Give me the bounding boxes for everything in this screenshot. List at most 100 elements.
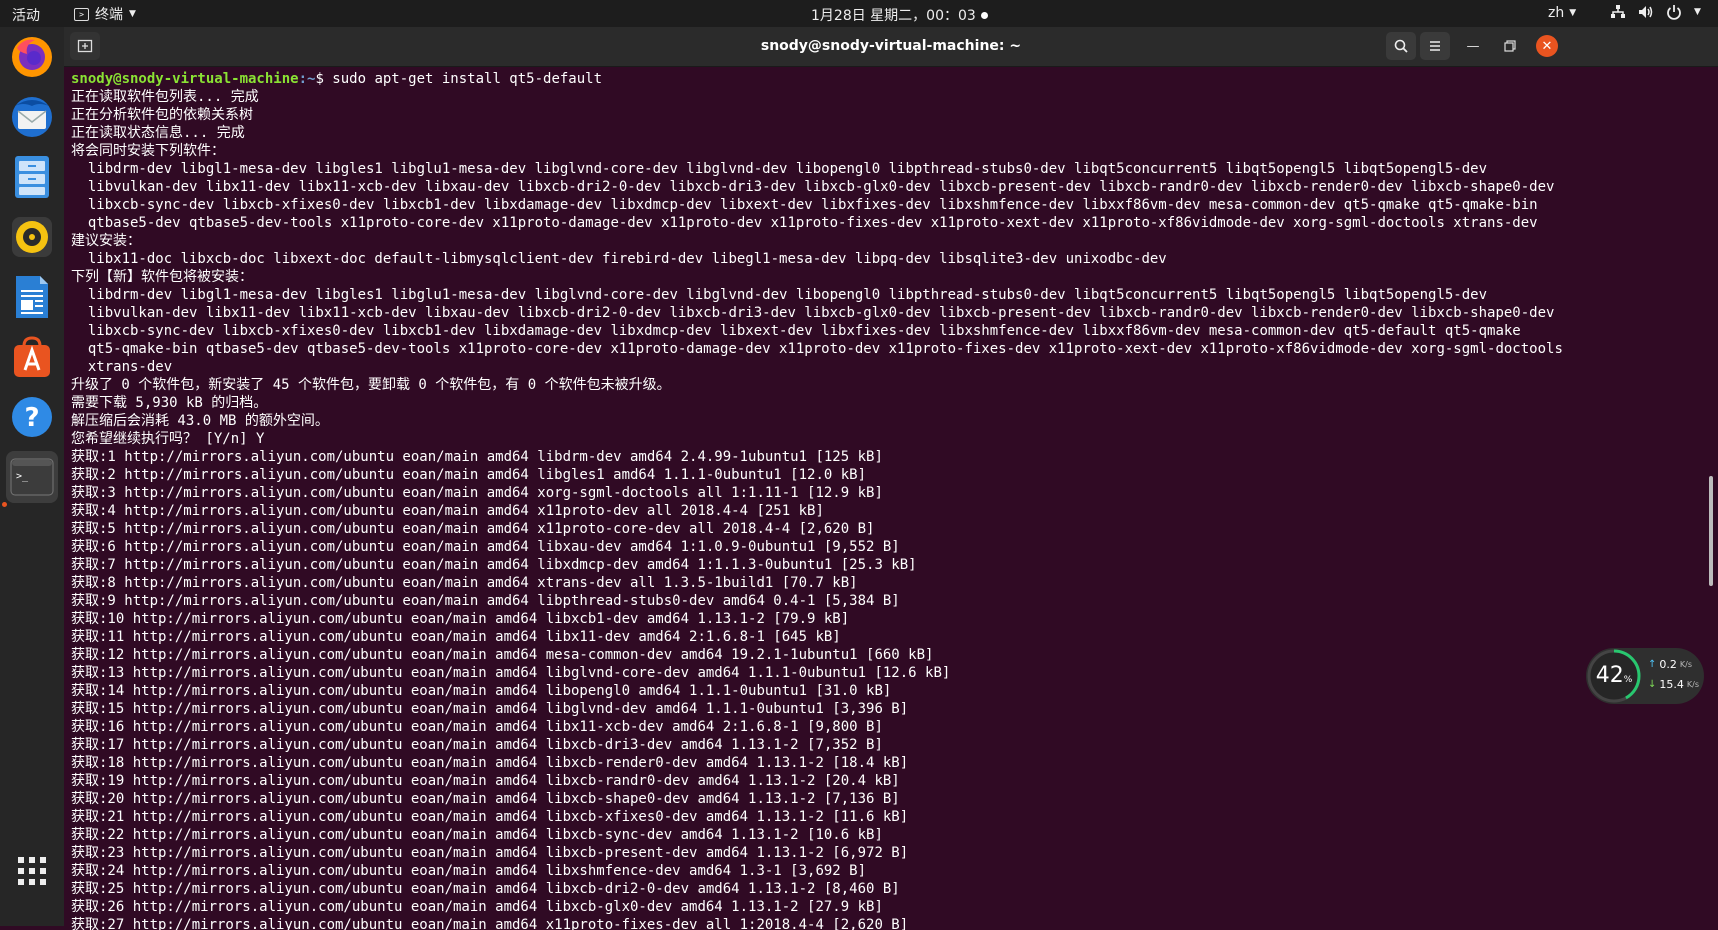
output-line: 获取:14 http://mirrors.aliyun.com/ubuntu e… bbox=[71, 683, 892, 699]
dock-item-help[interactable]: ? bbox=[6, 391, 58, 443]
output-line: 建议安装： bbox=[71, 233, 141, 249]
output-line: 获取:26 http://mirrors.aliyun.com/ubuntu e… bbox=[71, 899, 883, 915]
show-apps-icon bbox=[18, 857, 46, 885]
notification-dot-icon bbox=[980, 11, 988, 19]
chevron-down-icon: ▼ bbox=[129, 9, 136, 19]
network-icon bbox=[1611, 5, 1625, 18]
terminal-scrollbar[interactable] bbox=[1707, 66, 1715, 926]
terminal-output[interactable]: snody@snody-virtual-machine:~$ sudo apt-… bbox=[64, 66, 1709, 930]
prompt-user: snody@snody-virtual-machine bbox=[71, 71, 299, 87]
rhythmbox-icon bbox=[12, 217, 52, 257]
output-line: 获取:22 http://mirrors.aliyun.com/ubuntu e… bbox=[71, 827, 883, 843]
upload-arrow-icon: ↑ bbox=[1648, 659, 1657, 670]
close-button[interactable]: ✕ bbox=[1536, 35, 1558, 57]
prompt-command: $ sudo apt-get install qt5-default bbox=[315, 71, 603, 87]
close-icon: ✕ bbox=[1541, 38, 1553, 54]
output-line: 获取:18 http://mirrors.aliyun.com/ubuntu e… bbox=[71, 755, 909, 771]
output-line: libdrm-dev libgl1-mesa-dev libgles1 libg… bbox=[71, 161, 1488, 177]
prompt-line: snody@snody-virtual-machine:~$ sudo apt-… bbox=[71, 70, 1709, 88]
output-line: 获取:7 http://mirrors.aliyun.com/ubuntu eo… bbox=[71, 557, 917, 573]
percent-sign: % bbox=[1623, 675, 1633, 685]
output-line: 获取:10 http://mirrors.aliyun.com/ubuntu e… bbox=[71, 611, 850, 627]
output-line: 获取:13 http://mirrors.aliyun.com/ubuntu e… bbox=[71, 665, 951, 681]
upload-unit: K/s bbox=[1679, 660, 1692, 669]
download-speed: ↓ 15.4 K/s bbox=[1648, 678, 1699, 691]
output-lines: 正在读取软件包列表... 完成 正在分析软件包的依赖关系树 正在读取状态信息... … bbox=[71, 88, 1709, 930]
power-icon bbox=[1667, 5, 1681, 20]
output-line: 正在读取状态信息... 完成 bbox=[71, 125, 245, 141]
clock-label: 1月28日 星期二，00：03 bbox=[811, 8, 976, 24]
input-method-menu[interactable]: zh ▼ bbox=[1548, 5, 1576, 21]
chevron-down-icon: ▼ bbox=[1569, 8, 1577, 18]
output-line: 获取:1 http://mirrors.aliyun.com/ubuntu eo… bbox=[71, 449, 883, 465]
output-line: 获取:21 http://mirrors.aliyun.com/ubuntu e… bbox=[71, 809, 909, 825]
output-line: 将会同时安装下列软件： bbox=[71, 143, 225, 159]
thunderbird-icon bbox=[12, 97, 52, 137]
writer-icon bbox=[16, 276, 48, 318]
firefox-icon bbox=[12, 37, 52, 77]
dock-item-show-apps[interactable] bbox=[6, 845, 58, 897]
scrollbar-thumb[interactable] bbox=[1709, 476, 1713, 586]
net-speed-widget[interactable]: 42% ↑ 0.2 K/s ↓ 15.4 K/s bbox=[1586, 648, 1704, 704]
system-menu[interactable]: ▼ bbox=[1610, 4, 1701, 20]
top-bar: 活动 > 终端 ▼ 1月28日 星期二，00：03 zh ▼ ▼ bbox=[0, 0, 1718, 27]
output-line: 获取:24 http://mirrors.aliyun.com/ubuntu e… bbox=[71, 863, 867, 879]
dock-item-thunderbird[interactable] bbox=[6, 91, 58, 143]
terminal-app-icon: > bbox=[74, 7, 89, 21]
search-button[interactable] bbox=[1386, 32, 1416, 60]
output-line: 解压缩后会消耗 43.0 MB 的额外空间。 bbox=[71, 413, 329, 429]
dock-item-firefox[interactable] bbox=[6, 31, 58, 83]
output-line: 升级了 0 个软件包，新安装了 45 个软件包，要卸载 0 个软件包，有 0 个… bbox=[71, 377, 671, 393]
output-line: qtbase5-dev qtbase5-dev-tools x11proto-c… bbox=[71, 215, 1538, 231]
output-line: libxcb-sync-dev libxcb-xfixes0-dev libxc… bbox=[71, 323, 1521, 339]
dock-item-writer[interactable] bbox=[6, 271, 58, 323]
output-line: 获取:23 http://mirrors.aliyun.com/ubuntu e… bbox=[71, 845, 909, 861]
output-line: 获取:16 http://mirrors.aliyun.com/ubuntu e… bbox=[71, 719, 883, 735]
app-menu[interactable]: > 终端 ▼ bbox=[74, 4, 136, 24]
running-indicator bbox=[2, 502, 7, 507]
download-arrow-icon: ↓ bbox=[1648, 679, 1657, 690]
download-unit: K/s bbox=[1686, 680, 1699, 689]
minimize-button[interactable]: — bbox=[1460, 33, 1486, 59]
svg-text:>_: >_ bbox=[16, 471, 29, 482]
dock-item-files[interactable] bbox=[6, 151, 58, 203]
hamburger-menu-icon bbox=[1430, 41, 1440, 51]
upload-speed: ↑ 0.2 K/s bbox=[1648, 658, 1692, 671]
output-line: libvulkan-dev libx11-dev libx11-xcb-dev … bbox=[71, 179, 1555, 195]
dock-item-terminal[interactable]: >_ bbox=[6, 451, 58, 503]
output-line: 获取:2 http://mirrors.aliyun.com/ubuntu eo… bbox=[71, 467, 867, 483]
search-icon bbox=[1394, 39, 1408, 53]
output-line: 获取:25 http://mirrors.aliyun.com/ubuntu e… bbox=[71, 881, 900, 897]
dock-item-software[interactable] bbox=[6, 331, 58, 383]
clock[interactable]: 1月28日 星期二，00：03 bbox=[811, 5, 988, 25]
dock-item-rhythmbox[interactable] bbox=[6, 211, 58, 263]
output-line: 正在分析软件包的依赖关系树 bbox=[71, 107, 253, 123]
minimize-icon: — bbox=[1466, 38, 1480, 54]
output-line: 获取:17 http://mirrors.aliyun.com/ubuntu e… bbox=[71, 737, 883, 753]
output-line: qt5-qmake-bin qtbase5-dev qtbase5-dev-to… bbox=[71, 341, 1563, 357]
output-line: libdrm-dev libgl1-mesa-dev libgles1 libg… bbox=[71, 287, 1488, 303]
restore-icon bbox=[1504, 40, 1516, 52]
volume-icon bbox=[1639, 6, 1653, 18]
output-line: 下列【新】软件包将被安装： bbox=[71, 269, 253, 285]
output-line: 获取:4 http://mirrors.aliyun.com/ubuntu eo… bbox=[71, 503, 824, 519]
cpu-percent-value: 42 bbox=[1595, 663, 1624, 688]
output-line: 您希望继续执行吗？ [Y/n] Y bbox=[71, 431, 265, 447]
output-line: 获取:6 http://mirrors.aliyun.com/ubuntu eo… bbox=[71, 539, 900, 555]
activities-button[interactable]: 活动 bbox=[12, 5, 40, 25]
chevron-down-icon: ▼ bbox=[1694, 7, 1701, 17]
app-menu-label: 终端 bbox=[95, 7, 123, 23]
output-line: 获取:5 http://mirrors.aliyun.com/ubuntu eo… bbox=[71, 521, 875, 537]
output-line: libx11-doc libxcb-doc libxext-doc defaul… bbox=[71, 251, 1167, 267]
software-icon bbox=[14, 336, 50, 377]
output-line: 获取:9 http://mirrors.aliyun.com/ubuntu eo… bbox=[71, 593, 900, 609]
upload-value: 0.2 bbox=[1659, 658, 1677, 671]
menu-button[interactable] bbox=[1420, 32, 1450, 60]
output-line: 获取:20 http://mirrors.aliyun.com/ubuntu e… bbox=[71, 791, 900, 807]
output-line: 需要下载 5,930 kB 的归档。 bbox=[71, 395, 268, 411]
terminal-icon: >_ bbox=[10, 458, 54, 496]
output-line: libvulkan-dev libx11-dev libx11-xcb-dev … bbox=[71, 305, 1555, 321]
output-line: 获取:15 http://mirrors.aliyun.com/ubuntu e… bbox=[71, 701, 909, 717]
output-line: 获取:3 http://mirrors.aliyun.com/ubuntu eo… bbox=[71, 485, 883, 501]
maximize-button[interactable] bbox=[1497, 33, 1523, 59]
